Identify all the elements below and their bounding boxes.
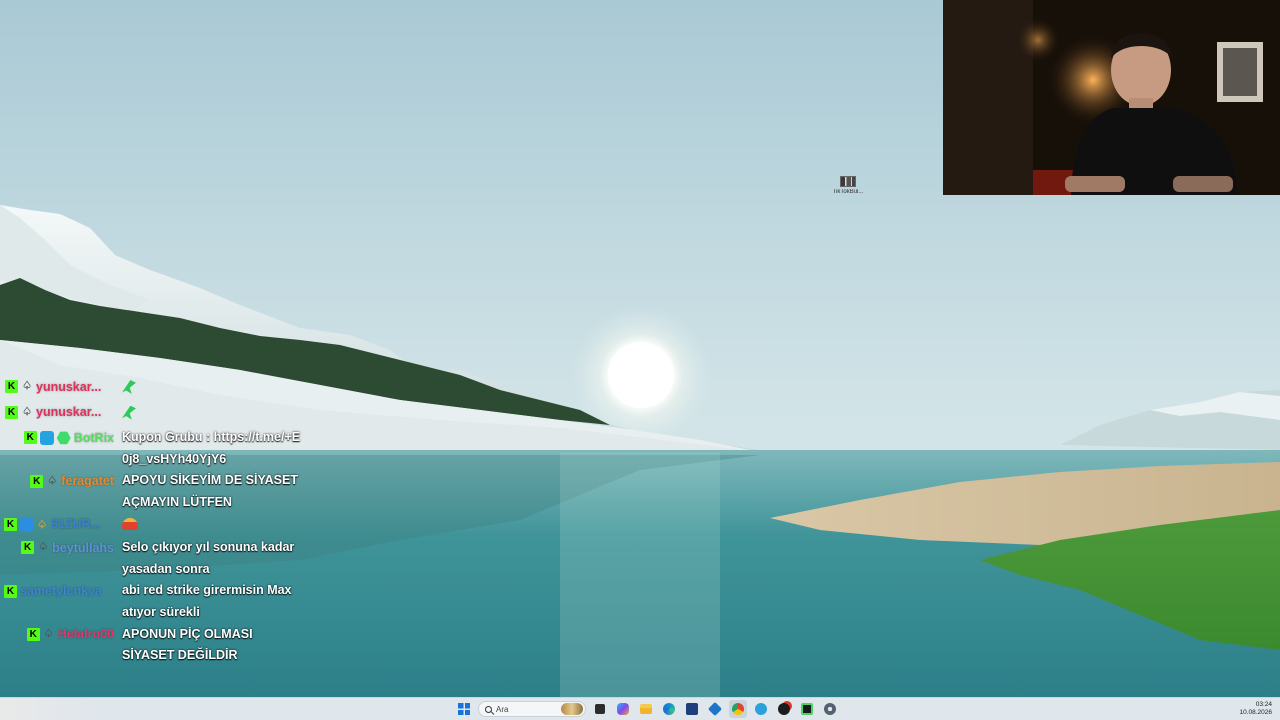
chat-username[interactable]: 31ZUR... — [51, 517, 101, 531]
chat-username[interactable]: beytullahs — [52, 541, 114, 555]
system-clock[interactable]: 03:24 10.08.2026 — [1239, 701, 1272, 717]
chat-overlay: K ♤ yunuskar... K ♤ yunuskar... K BotRix… — [0, 376, 320, 667]
shield-badge-icon: ♤ — [47, 474, 58, 487]
gold-badge-icon: ♤ — [37, 518, 47, 531]
shortcut-icon — [840, 176, 856, 187]
taskbar: Ara 03:24 10.08.2026 — [0, 697, 1280, 720]
kick-badge-icon: K — [4, 517, 17, 531]
edge-button[interactable] — [660, 700, 678, 718]
folder-icon — [640, 704, 652, 714]
edge-icon — [663, 703, 675, 715]
game-icon — [801, 703, 813, 715]
vpn-icon — [707, 701, 723, 717]
shield-badge-icon: ♤ — [22, 380, 32, 393]
telegram-button[interactable] — [752, 700, 770, 718]
chat-message-text: abi red strike girermisin Max atıyor sür… — [122, 583, 292, 619]
emote-icon — [122, 517, 138, 530]
chat-message: K ♤ yunuskar... — [0, 402, 320, 428]
search-placeholder: Ara — [496, 704, 509, 714]
shield-badge-icon: ♤ — [22, 405, 32, 418]
store-icon — [686, 703, 698, 715]
subscriber-badge-icon — [20, 517, 33, 531]
chat-message-text: Kupon Grubu : https://t.me/+E0j8_vsHYh40… — [122, 430, 301, 466]
telegram-icon — [755, 703, 767, 715]
shield-badge-icon: ♤ — [43, 627, 54, 640]
chat-message: K ♤ Helalro00 APONUN PİÇ OLMASI SİYASET … — [0, 624, 320, 667]
chat-username[interactable]: yunuskar... — [36, 380, 114, 394]
chat-message-text: APONUN PİÇ OLMASI SİYASET DEĞİLDİR — [122, 626, 253, 663]
game-button[interactable] — [798, 700, 816, 718]
chrome-button[interactable] — [729, 700, 747, 718]
vpn-button[interactable] — [706, 700, 724, 718]
taskbar-widget-area[interactable] — [0, 698, 100, 720]
emote-icon — [122, 405, 136, 420]
chat-message: K ♤ 31ZUR... — [0, 514, 320, 538]
chat-message: K ♤ yunuskar... — [0, 376, 320, 402]
file-manager-icon — [595, 704, 605, 714]
chrome-icon — [732, 703, 744, 715]
file-explorer-button[interactable] — [637, 700, 655, 718]
kick-badge-icon: K — [30, 474, 44, 488]
copilot-icon — [617, 703, 629, 715]
kick-badge-icon: K — [5, 380, 18, 394]
file-manager-button[interactable] — [591, 700, 609, 718]
chat-username[interactable]: yunuskar... — [36, 405, 114, 419]
bot-badge-icon — [39, 430, 54, 445]
chat-message: K ♤ beytullahs Selo çıkıyor yıl sonuna k… — [0, 537, 320, 580]
chat-message: K sametylcnkya abi red strike girermisin… — [0, 580, 320, 623]
chat-message-text: APOYU SİKEYİM DE SİYASET AÇMAYIN LÜTFEN — [122, 473, 298, 509]
clock-time: 03:24 — [1255, 701, 1272, 708]
settings-button[interactable] — [821, 700, 839, 718]
chat-message: K ♤ feragatet APOYU SİKEYİM DE SİYASET A… — [0, 470, 320, 513]
chat-username[interactable]: feragatet — [61, 474, 114, 488]
copilot-button[interactable] — [614, 700, 632, 718]
kick-badge-icon: K — [21, 541, 35, 555]
chat-username[interactable]: BotRix — [74, 431, 114, 445]
kick-badge-icon: K — [23, 431, 37, 445]
kick-icon — [778, 703, 790, 715]
kick-app-button[interactable] — [775, 700, 793, 718]
chat-message: K BotRix Kupon Grubu : https://t.me/+E0j… — [0, 427, 320, 470]
store-button[interactable] — [683, 700, 701, 718]
verified-badge-icon — [56, 431, 71, 445]
desktop-shortcut[interactable]: TikTokBul... — [828, 176, 868, 202]
shortcut-label: TikTokBul... — [832, 189, 864, 195]
kick-badge-icon: K — [5, 405, 18, 419]
emote-icon — [122, 380, 136, 394]
kick-badge-icon: K — [26, 627, 40, 641]
windows-icon — [458, 703, 470, 715]
shield-badge-icon: ♤ — [38, 541, 49, 554]
taskbar-search[interactable]: Ara — [478, 701, 586, 717]
chat-message-text: Selo çıkıyor yıl sonuna kadar yasadan so… — [122, 540, 295, 576]
kick-badge-icon: K — [4, 584, 17, 598]
webcam-overlay — [943, 0, 1280, 195]
taskbar-apps: Ara — [455, 700, 839, 718]
gear-icon — [824, 703, 836, 715]
search-highlight-icon — [561, 703, 583, 715]
chat-username[interactable]: Helalro00 — [58, 627, 114, 641]
search-icon — [485, 705, 492, 713]
chat-username[interactable]: sametylcnkya — [20, 584, 102, 598]
start-button[interactable] — [455, 700, 473, 718]
clock-date: 10.08.2026 — [1239, 709, 1272, 716]
